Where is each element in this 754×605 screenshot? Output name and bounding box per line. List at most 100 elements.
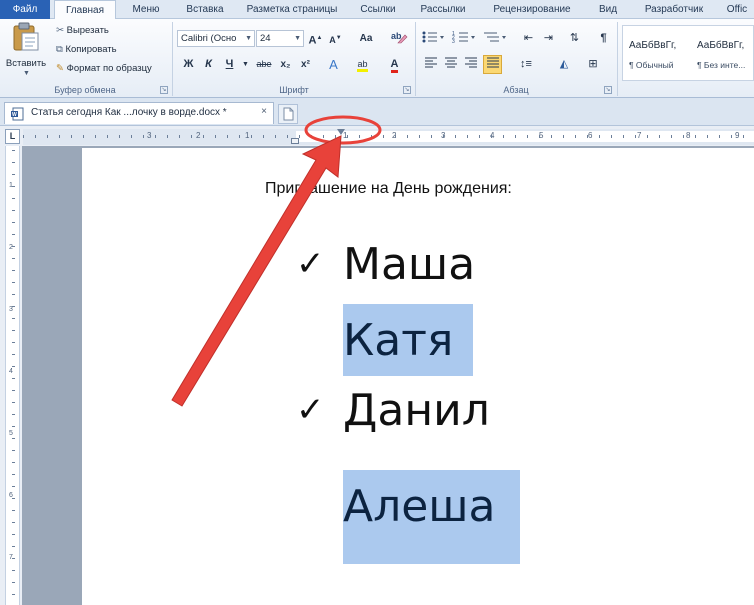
ruler-tick xyxy=(12,558,15,559)
ruler-tick xyxy=(671,135,672,138)
ruler-tick xyxy=(215,135,216,138)
ruler-tick xyxy=(683,135,684,138)
tab-page-layout[interactable]: Разметка страницы xyxy=(238,0,346,19)
justify-icon[interactable] xyxy=(483,55,502,74)
ruler-tick xyxy=(83,135,84,138)
ruler-tick xyxy=(12,306,15,307)
paste-button[interactable]: Вставить ▼ xyxy=(4,22,48,80)
cut-button[interactable]: ✂ Вырезать xyxy=(56,23,109,39)
borders-icon[interactable]: ⊞ xyxy=(581,56,605,73)
tab-review[interactable]: Рецензирование xyxy=(480,0,584,19)
close-icon[interactable]: × xyxy=(261,106,267,117)
guest-name[interactable]: Катя xyxy=(343,316,453,366)
ruler-number: 2 xyxy=(196,131,201,140)
sort-icon[interactable]: ⇅ xyxy=(566,30,583,47)
tab-view[interactable]: Вид xyxy=(588,0,628,19)
guest-name[interactable]: Данил xyxy=(343,386,490,436)
tab-stop-selector[interactable]: L xyxy=(5,129,20,144)
ruler-tick xyxy=(12,462,15,463)
document-page[interactable]: Приглашение на День рождения: ✓ Маша Катя ✓… xyxy=(82,148,754,605)
clipboard-launcher-icon[interactable]: ↘ xyxy=(160,86,168,94)
ruler-tick xyxy=(12,354,15,355)
tab-mailings[interactable]: Рассылки xyxy=(410,0,476,19)
styles-gallery: АаБбВвГг, ¶ Обычный АаБбВвГг, ¶ Без инте… xyxy=(622,25,754,81)
ruler-tick xyxy=(12,174,15,175)
brush-icon: ✎ xyxy=(56,63,64,74)
superscript-button[interactable]: x² xyxy=(297,56,314,73)
decrease-indent-icon[interactable]: ⇤ xyxy=(520,30,537,47)
tab-file[interactable]: Файл xyxy=(0,0,50,19)
tab-references[interactable]: Ссылки xyxy=(350,0,406,19)
ruler-tick xyxy=(12,246,15,247)
tab-office[interactable]: Offic xyxy=(720,0,754,19)
horizontal-ruler[interactable]: 321123456789 xyxy=(23,129,754,145)
group-divider xyxy=(415,22,416,96)
bold-button[interactable]: Ж xyxy=(180,56,197,73)
bullets-icon[interactable] xyxy=(420,30,448,47)
svg-text:W: W xyxy=(12,112,17,118)
font-group-label: Шрифт xyxy=(279,85,309,95)
ruler-tick xyxy=(539,135,540,138)
subscript-button[interactable]: x₂ xyxy=(277,56,294,73)
ruler-tick xyxy=(419,135,420,138)
document-tab-title: Статья сегодня Как ...лочку в ворде.docx… xyxy=(31,107,227,118)
first-line-indent-marker[interactable] xyxy=(337,129,345,135)
tab-menu[interactable]: Меню xyxy=(120,0,172,19)
ruler-tick xyxy=(575,135,576,138)
copy-button[interactable]: ⧉ Копировать xyxy=(56,42,117,58)
change-case-button[interactable]: Aa xyxy=(355,30,377,47)
multilevel-list-icon[interactable] xyxy=(482,30,510,47)
line-spacing-icon[interactable]: ↕≡ xyxy=(514,56,538,73)
ruler-tick xyxy=(12,570,15,571)
ruler-tick xyxy=(323,135,324,138)
align-right-icon[interactable] xyxy=(462,56,479,73)
ruler-tick xyxy=(335,135,336,138)
style-normal[interactable]: АаБбВвГг, ¶ Обычный xyxy=(623,26,691,80)
font-size-field[interactable]: 24 ▼ xyxy=(256,30,304,47)
grow-font-button[interactable]: A▲ xyxy=(307,30,324,47)
tab-insert[interactable]: Вставка xyxy=(176,0,234,19)
new-document-tab-button[interactable] xyxy=(278,104,298,124)
ruler-tick xyxy=(479,135,480,138)
format-painter-button[interactable]: ✎ Формат по образцу xyxy=(56,61,152,77)
ruler-tick xyxy=(227,135,228,138)
style-no-spacing[interactable]: АаБбВвГг, ¶ Без инте... xyxy=(691,26,754,80)
ruler-tick xyxy=(707,135,708,138)
align-center-icon[interactable] xyxy=(442,56,459,73)
font-launcher-icon[interactable]: ↘ xyxy=(403,86,411,94)
ruler-tick xyxy=(12,402,15,403)
font-name-field[interactable]: Calibri (Осно ▼ xyxy=(177,30,255,47)
guest-name[interactable]: Алеша xyxy=(343,482,496,532)
clear-formatting-icon[interactable]: ab xyxy=(389,29,409,46)
strikethrough-button[interactable]: abe xyxy=(252,56,276,73)
tab-home[interactable]: Главная xyxy=(54,0,116,20)
italic-button[interactable]: К xyxy=(200,56,217,73)
ruler-tick xyxy=(59,135,60,138)
left-indent-marker[interactable] xyxy=(291,138,299,144)
ruler-tick xyxy=(203,135,204,138)
document-tab[interactable]: W Статья сегодня Как ...лочку в ворде.do… xyxy=(4,102,274,124)
tab-developer[interactable]: Разработчик xyxy=(632,0,716,19)
vertical-ruler[interactable]: 1234567 xyxy=(5,146,20,605)
guest-name[interactable]: Маша xyxy=(343,240,475,290)
show-formatting-button[interactable]: ¶ xyxy=(595,30,612,47)
ruler-tick xyxy=(443,135,444,138)
ruler-tick xyxy=(12,582,15,583)
paragraph-launcher-icon[interactable]: ↘ xyxy=(604,86,612,94)
text-effects-button[interactable]: A xyxy=(325,56,342,73)
document-workspace: Приглашение на День рождения: ✓ Маша Катя ✓… xyxy=(22,146,754,605)
ruler-tick xyxy=(599,135,600,138)
numbering-icon[interactable]: 123 xyxy=(451,30,479,47)
font-color-button[interactable]: A xyxy=(386,56,403,73)
ruler-number: 9 xyxy=(735,131,740,140)
ruler-tick xyxy=(731,135,732,138)
ruler-tick xyxy=(311,135,312,138)
underline-button[interactable]: Ч xyxy=(221,56,238,73)
increase-indent-icon[interactable]: ⇥ xyxy=(540,30,557,47)
shading-icon[interactable]: ◭ xyxy=(552,56,576,73)
align-left-icon[interactable] xyxy=(422,56,439,73)
highlight-button[interactable]: ab xyxy=(354,56,371,73)
ruler-tick xyxy=(659,135,660,138)
ruler-tick xyxy=(12,414,15,415)
shrink-font-button[interactable]: A▼ xyxy=(327,30,344,47)
